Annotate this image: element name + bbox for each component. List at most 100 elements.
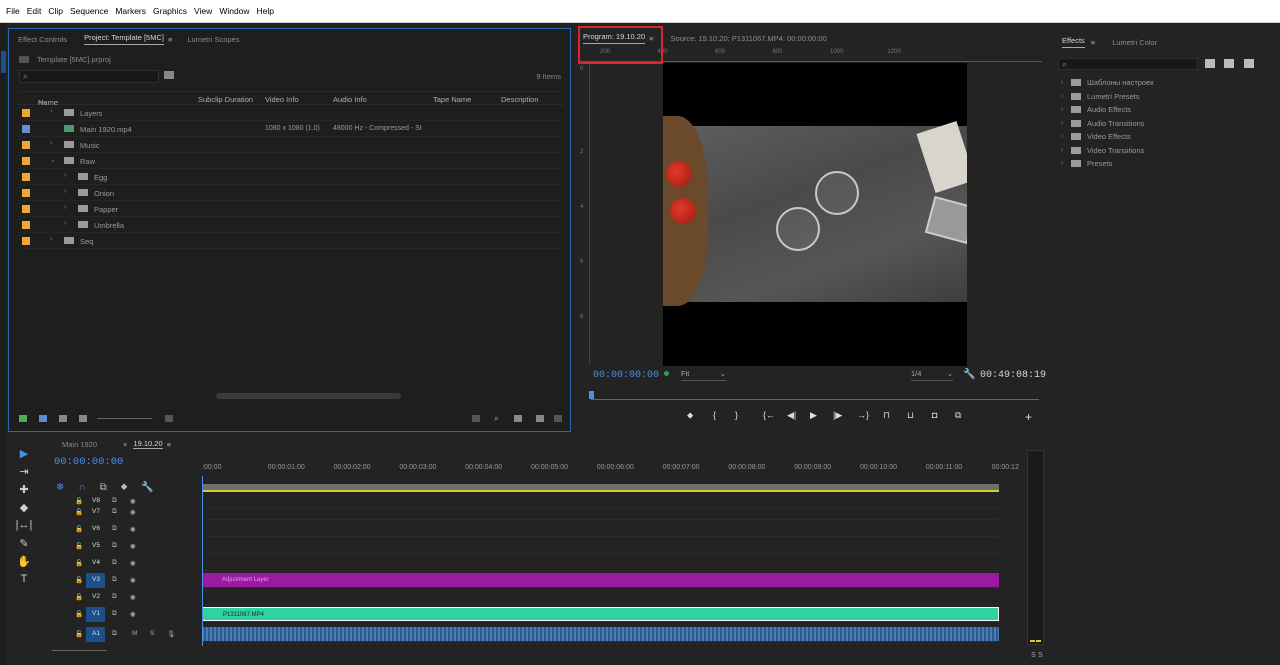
chevron-right-icon[interactable]: › xyxy=(50,236,52,243)
lock-icon[interactable]: 🔓 xyxy=(75,559,83,567)
video-clip[interactable]: P1311067.MP4 xyxy=(202,607,999,621)
eye-icon[interactable]: ◉ xyxy=(130,508,136,516)
chevron-right-icon[interactable]: › xyxy=(64,188,66,195)
label-color-swatch[interactable] xyxy=(22,157,30,165)
effects-folder[interactable]: › Video Effects xyxy=(1061,130,1154,144)
pencil-icon[interactable] xyxy=(19,415,27,422)
list-item[interactable]: › Music xyxy=(19,137,564,153)
chevron-right-icon[interactable]: › xyxy=(1061,133,1071,140)
new-item-icon[interactable] xyxy=(536,415,544,422)
work-area-bar[interactable] xyxy=(202,484,999,492)
lock-icon[interactable]: 🔓 xyxy=(75,525,83,533)
sync-lock-icon[interactable]: ⧉ xyxy=(112,525,117,533)
label-color-swatch[interactable] xyxy=(22,237,30,245)
automate-icon[interactable] xyxy=(472,415,480,422)
menu-item-graphics[interactable]: Graphics xyxy=(153,6,187,16)
lock-icon[interactable]: 🔓 xyxy=(75,576,83,584)
camera-icon[interactable]: ◘ xyxy=(932,410,937,420)
step-back-icon[interactable]: ◀| xyxy=(787,410,796,421)
panel-menu-icon[interactable]: ≡ xyxy=(167,440,171,449)
col-audio-info[interactable]: Audio Info xyxy=(333,95,367,104)
tab-effects[interactable]: Effects xyxy=(1062,36,1085,48)
chevron-right-icon[interactable]: › xyxy=(1061,106,1071,113)
go-to-out-icon[interactable]: →} xyxy=(857,410,869,420)
sync-lock-icon[interactable]: ⧉ xyxy=(112,559,117,567)
chevron-right-icon[interactable]: › xyxy=(1061,93,1071,100)
list-item[interactable]: › Layers xyxy=(19,105,564,121)
track-row-v7[interactable] xyxy=(202,504,999,520)
col-subclip-duration[interactable]: Subclip Duration xyxy=(198,95,253,104)
sync-lock-icon[interactable]: ⧉ xyxy=(112,508,117,516)
menu-item-markers[interactable]: Markers xyxy=(115,6,146,16)
timeline-playhead[interactable] xyxy=(202,476,203,646)
eye-icon[interactable]: ◉ xyxy=(130,610,136,618)
list-item[interactable]: ⌄ Raw xyxy=(19,153,564,169)
effects-folder[interactable]: › Audio Transitions xyxy=(1061,117,1154,131)
linked-selection-icon[interactable]: ∩ xyxy=(78,482,99,493)
close-icon[interactable]: × xyxy=(123,440,127,449)
label-color-swatch[interactable] xyxy=(22,125,30,133)
list-item[interactable]: › Umbrella xyxy=(19,217,564,233)
chevron-right-icon[interactable]: › xyxy=(64,204,66,211)
compare-icon[interactable]: ⧉ xyxy=(955,410,961,421)
track-row-a1[interactable] xyxy=(202,626,999,642)
lock-icon[interactable]: 🔓 xyxy=(75,593,83,601)
col-video-info[interactable]: Video Info xyxy=(265,95,299,104)
track-row-v3[interactable]: Adjustment Layer xyxy=(202,572,999,588)
mark-in-icon[interactable]: { xyxy=(713,410,716,420)
chevron-right-icon[interactable]: › xyxy=(1061,160,1071,167)
menu-item-sequence[interactable]: Sequence xyxy=(70,6,108,16)
list-item[interactable]: › Egg xyxy=(19,169,564,185)
tab-project[interactable]: Project: Template [5MC] xyxy=(84,33,164,45)
track-row-v5[interactable] xyxy=(202,538,999,554)
play-icon[interactable]: ▶ xyxy=(810,410,817,421)
menu-item-view[interactable]: View xyxy=(194,6,212,16)
playhead-marker[interactable] xyxy=(589,391,594,399)
eye-icon[interactable]: ◉ xyxy=(130,542,136,550)
find-icon[interactable]: ⌕ xyxy=(494,413,499,424)
adjustment-layer-clip[interactable]: Adjustment Layer xyxy=(202,573,999,587)
new-bin-icon[interactable] xyxy=(164,71,174,79)
eye-icon[interactable]: ◉ xyxy=(130,593,136,601)
project-search-input[interactable]: ⌕ xyxy=(19,70,159,83)
tab-lumetri-color[interactable]: Lumetri Color xyxy=(1112,38,1157,47)
zoom-slider[interactable] xyxy=(97,418,152,419)
trash-icon[interactable] xyxy=(554,415,562,422)
col-tape-name[interactable]: Tape Name xyxy=(433,95,471,104)
selection-tool-icon[interactable]: ▶ xyxy=(14,447,34,465)
icon-view-icon[interactable] xyxy=(59,415,67,422)
tab-sequence[interactable]: 19.10.20 xyxy=(133,439,163,449)
mark-out-icon[interactable]: } xyxy=(735,410,738,420)
insert-nest-icon[interactable]: ⧉ xyxy=(100,482,121,493)
extract-icon[interactable]: ⊔ xyxy=(907,410,914,421)
menu-item-clip[interactable]: Clip xyxy=(48,6,63,16)
tab-source[interactable]: Source: 19.10.20: P1311067.MP4: 00:00:00… xyxy=(671,34,827,43)
timeline-zoom-scrollbar[interactable] xyxy=(52,650,107,651)
add-marker-icon[interactable]: ⬥ xyxy=(121,482,142,493)
chevron-right-icon[interactable]: › xyxy=(1061,120,1071,127)
freeform-view-icon[interactable] xyxy=(79,415,87,422)
menu-item-help[interactable]: Help xyxy=(257,6,274,16)
panel-menu-icon[interactable]: ≡ xyxy=(1091,38,1095,47)
wrench-icon[interactable]: 🔧 xyxy=(141,482,167,493)
chevron-right-icon[interactable]: › xyxy=(50,108,52,115)
add-button-icon[interactable]: + xyxy=(1025,410,1032,424)
add-marker-icon[interactable]: ⬥ xyxy=(687,410,693,421)
playback-scrubber[interactable] xyxy=(589,391,1039,403)
menu-item-file[interactable]: File xyxy=(6,6,20,16)
razor-tool-icon[interactable]: ◆ xyxy=(14,501,34,519)
ripple-edit-tool-icon[interactable]: ✚ xyxy=(14,483,34,501)
go-to-in-icon[interactable]: {← xyxy=(763,410,775,420)
sync-lock-icon[interactable]: ⧉ xyxy=(112,610,117,618)
meter-solo-label[interactable]: S xyxy=(1031,652,1036,659)
effects-folder[interactable]: › Шаблоны настроек xyxy=(1061,76,1154,90)
pen-tool-icon[interactable]: ✎ xyxy=(14,537,34,555)
label-color-swatch[interactable] xyxy=(22,109,30,117)
chevron-right-icon[interactable]: › xyxy=(1061,79,1071,86)
snap-icon[interactable]: ❄ xyxy=(56,482,78,493)
list-item[interactable]: › Papper xyxy=(19,201,564,217)
chevron-right-icon[interactable]: › xyxy=(64,172,66,179)
sync-lock-icon[interactable]: ⧉ xyxy=(112,630,117,638)
new-bin-footer-icon[interactable] xyxy=(514,415,522,422)
tab-lumetri-scopes[interactable]: Lumetri Scopes xyxy=(187,35,239,44)
